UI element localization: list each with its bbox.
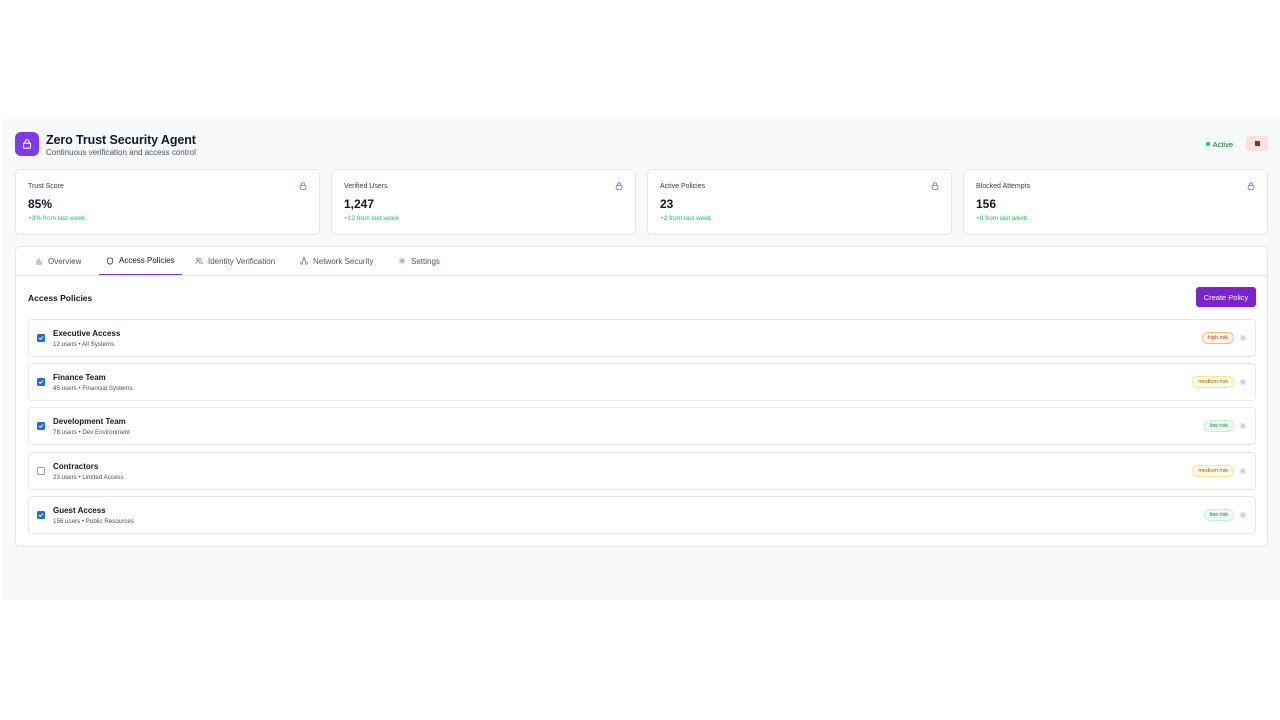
- stat-label: Blocked Attempts: [976, 183, 1031, 190]
- policy-name: Guest Access: [53, 506, 106, 515]
- policy-meta: 23 users • Limited Access: [53, 474, 124, 481]
- gear-icon[interactable]: [1239, 467, 1247, 475]
- stat-value: 156: [976, 197, 997, 211]
- risk-badge: low risk: [1203, 420, 1234, 432]
- tab-bar: Overview Access Policies Identity Verifi…: [16, 247, 1267, 276]
- bar-chart-icon: [36, 258, 42, 265]
- policy-checkbox[interactable]: [37, 378, 45, 386]
- tab-label: Network Security: [313, 256, 374, 266]
- policy-name: Finance Team: [53, 373, 106, 382]
- gear-icon[interactable]: [1239, 334, 1247, 342]
- policy-checkbox[interactable]: [37, 334, 45, 342]
- tab-network-security[interactable]: Network Security: [293, 247, 380, 275]
- policy-name: Development Team: [53, 417, 126, 426]
- policy-meta: 156 users • Public Resources: [53, 518, 134, 525]
- risk-badge: medium risk: [1192, 376, 1234, 388]
- stat-card-trust-score: Trust Score 85% +3% from last week: [15, 169, 320, 235]
- policy-checkbox[interactable]: [37, 422, 45, 430]
- stat-change: +2 from last week: [660, 215, 712, 222]
- status-label: Active: [1212, 139, 1233, 149]
- header: Zero Trust Security Agent Continuous ver…: [15, 132, 1268, 158]
- users-icon: [195, 257, 203, 265]
- tab-label: Overview: [48, 256, 82, 266]
- lock-icon: [615, 182, 623, 190]
- create-policy-button[interactable]: Create Policy: [1196, 287, 1256, 307]
- policy-meta: 12 users • All Systems: [53, 341, 115, 348]
- policy-row-contractors[interactable]: Contractors 23 users • Limited Access me…: [28, 452, 1256, 490]
- risk-badge: low risk: [1203, 509, 1234, 521]
- section-title: Access Policies: [28, 293, 93, 303]
- tab-overview[interactable]: Overview: [28, 247, 88, 275]
- tab-access-policies[interactable]: Access Policies: [99, 247, 182, 275]
- policy-checkbox[interactable]: [37, 467, 45, 475]
- stat-value: 1,247: [344, 197, 375, 211]
- lock-icon: [15, 132, 39, 156]
- policy-checkbox[interactable]: [37, 511, 45, 519]
- policy-row-executive-access[interactable]: Executive Access 12 users • All Systems …: [28, 319, 1256, 357]
- stop-button[interactable]: [1246, 136, 1268, 151]
- gear-icon[interactable]: [1239, 511, 1247, 519]
- policy-meta: 78 users • Dev Environment: [53, 429, 130, 436]
- stat-value: 85%: [28, 197, 53, 211]
- stat-card-blocked-attempts: Blocked Attempts 156 +8 from last week: [963, 169, 1268, 235]
- stat-card-active-policies: Active Policies 23 +2 from last week: [647, 169, 952, 235]
- app-root: Zero Trust Security Agent Continuous ver…: [3, 119, 1280, 600]
- policy-row-guest-access[interactable]: Guest Access 156 users • Public Resource…: [28, 496, 1256, 534]
- stop-icon: [1254, 141, 1260, 146]
- check-icon: [38, 380, 44, 385]
- lock-icon: [1247, 182, 1255, 190]
- page-title: Zero Trust Security Agent: [46, 133, 196, 147]
- check-icon: [38, 424, 44, 429]
- tab-label: Settings: [411, 256, 440, 266]
- stat-card-verified-users: Verified Users 1,247 +12 from last week: [331, 169, 636, 235]
- policy-name: Executive Access: [53, 329, 121, 338]
- stat-label: Trust Score: [28, 183, 64, 190]
- stat-value: 23: [660, 197, 674, 211]
- risk-badge: medium risk: [1192, 465, 1234, 477]
- gear-icon[interactable]: [1239, 422, 1247, 430]
- stat-change: +3% from last week: [28, 215, 85, 222]
- gear-icon: [398, 257, 406, 265]
- tab-settings[interactable]: Settings: [391, 247, 447, 275]
- policy-row-development-team[interactable]: Development Team 78 users • Dev Environm…: [28, 407, 1256, 445]
- tab-identity-verification[interactable]: Identity Verification: [188, 247, 282, 275]
- stat-label: Verified Users: [344, 183, 388, 190]
- risk-badge: high risk: [1201, 332, 1234, 344]
- lock-icon: [299, 182, 307, 190]
- tab-label: Identity Verification: [208, 256, 276, 266]
- stat-change: +8 from last week: [976, 215, 1028, 222]
- stats-row: Trust Score 85% +3% from last week Verif…: [15, 169, 1268, 235]
- policy-name: Contractors: [53, 462, 99, 471]
- gear-icon[interactable]: [1239, 378, 1247, 386]
- check-icon: [38, 513, 44, 518]
- stat-label: Active Policies: [660, 183, 706, 190]
- status-dot-icon: [1205, 142, 1210, 146]
- check-icon: [38, 336, 44, 341]
- main-panel: Overview Access Policies Identity Verifi…: [15, 246, 1268, 547]
- shield-icon: [106, 256, 114, 265]
- policy-row-finance-team[interactable]: Finance Team 45 users • Financial System…: [28, 363, 1256, 401]
- page-subtitle: Continuous verification and access contr…: [46, 148, 196, 157]
- lock-icon: [931, 182, 939, 190]
- stat-change: +12 from last week: [344, 215, 399, 222]
- status-badge: Active: [1200, 138, 1238, 150]
- tab-label: Access Policies: [119, 256, 175, 265]
- network-icon: [300, 257, 308, 265]
- policy-meta: 45 users • Financial Systems: [53, 385, 133, 392]
